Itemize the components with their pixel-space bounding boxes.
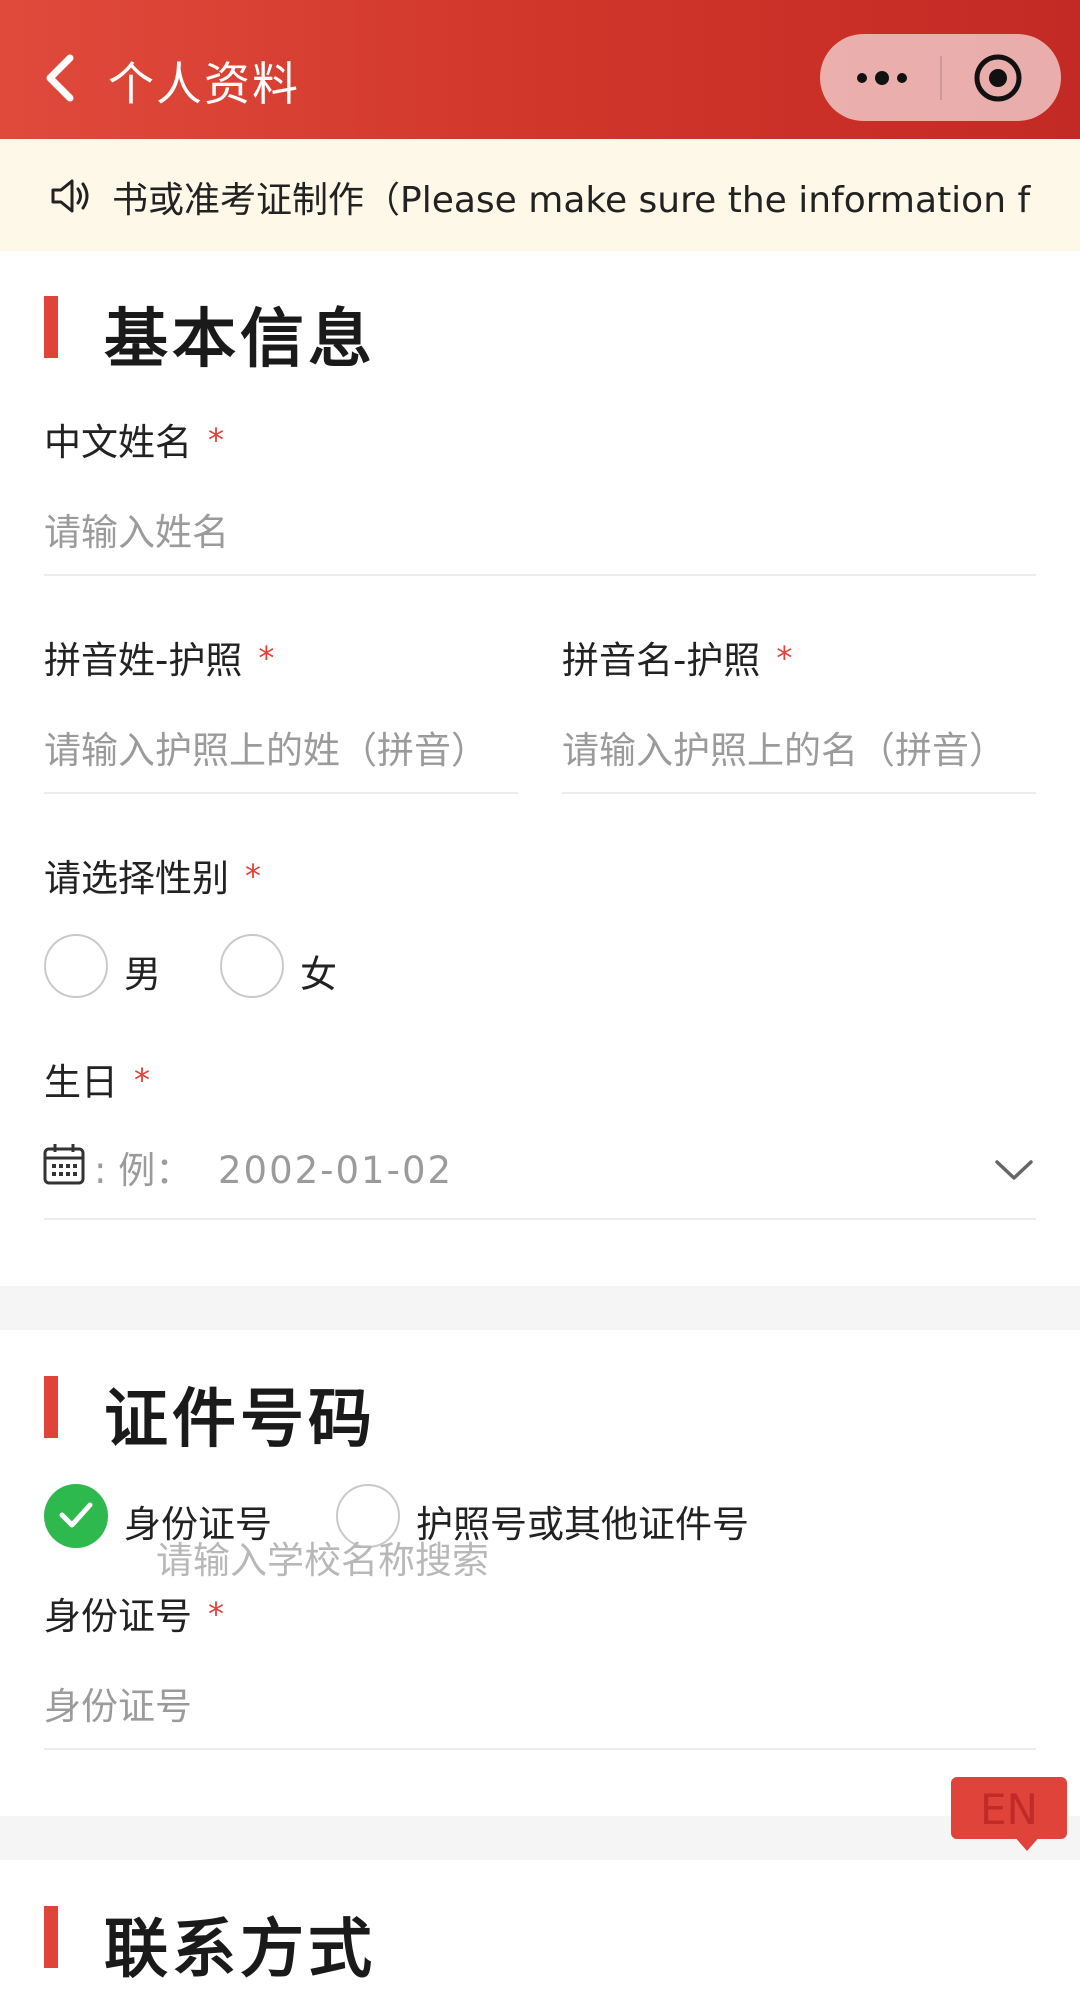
section-title: 证件号码 <box>104 1383 376 1457</box>
gender-label-text: 请选择性别 <box>44 857 229 900</box>
section-title: 联系方式 <box>104 1913 376 1987</box>
divider <box>44 792 518 794</box>
calendar-icon <box>42 1142 86 1186</box>
required-mark: * <box>258 639 275 677</box>
divider <box>44 1218 1036 1220</box>
chevron-down-icon[interactable] <box>994 1158 1034 1182</box>
id-number-input[interactable]: 身份证号 <box>44 1676 192 1730</box>
section-accent-bar <box>44 1906 58 1968</box>
pinyin-given-label: 拼音名-护照 * <box>562 630 792 684</box>
language-toggle-button[interactable]: EN <box>951 1777 1067 1851</box>
required-mark: * <box>245 857 261 895</box>
page-title: 个人资料 <box>108 57 300 111</box>
section-gap <box>0 1286 1080 1330</box>
required-mark: * <box>208 421 224 459</box>
gender-female-radio[interactable] <box>220 934 284 998</box>
app-header: 个人资料 <box>0 0 1080 139</box>
bubble-tail <box>1013 1835 1041 1851</box>
divider <box>44 574 1036 576</box>
birthday-input[interactable]: : 例： 2002-01-02 <box>94 1140 453 1194</box>
pinyin-given-input[interactable]: 请输入护照上的名（拼音） <box>562 720 1006 774</box>
capsule-menu <box>820 34 1061 121</box>
id-card-radio[interactable] <box>44 1484 108 1548</box>
capsule-divider <box>940 56 942 100</box>
birthday-prefix: : 例： <box>94 1149 193 1192</box>
chinese-name-input[interactable]: 请输入姓名 <box>44 502 229 556</box>
required-mark: * <box>134 1061 150 1099</box>
id-number-label-text: 身份证号 <box>44 1595 192 1638</box>
gender-male-radio[interactable] <box>44 934 108 998</box>
notice-bar: 书或准考证制作（Please make sure the information… <box>0 139 1080 251</box>
gender-label: 请选择性别 * <box>44 848 261 902</box>
birthday-label-text: 生日 <box>44 1061 118 1104</box>
back-icon[interactable] <box>40 52 80 104</box>
pinyin-given-label-text: 拼音名-护照 <box>562 639 761 682</box>
chinese-name-label: 中文姓名 * <box>44 412 224 466</box>
check-icon <box>59 1502 93 1528</box>
divider <box>44 1748 1036 1750</box>
birthday-label: 生日 * <box>44 1052 150 1106</box>
more-icon[interactable] <box>854 64 910 92</box>
speaker-icon <box>50 177 94 215</box>
section-title: 基本信息 <box>104 303 376 377</box>
language-toggle-label: EN <box>980 1785 1038 1834</box>
birthday-placeholder: 2002-01-02 <box>218 1149 454 1192</box>
gender-male-label: 男 <box>124 953 161 996</box>
pinyin-surname-label-text: 拼音姓-护照 <box>44 639 243 682</box>
pinyin-surname-label: 拼音姓-护照 * <box>44 630 274 684</box>
required-mark: * <box>208 1595 224 1633</box>
divider <box>562 792 1036 794</box>
page: 个人资料 书或准考证制作（Please make sure the inform… <box>0 0 1080 2007</box>
required-mark: * <box>776 639 793 677</box>
id-number-label: 身份证号 * <box>44 1586 224 1640</box>
pinyin-surname-input[interactable]: 请输入护照上的姓（拼音） <box>44 720 488 774</box>
target-icon[interactable] <box>972 52 1024 104</box>
gender-female-label: 女 <box>300 953 337 996</box>
notice-text: 书或准考证制作（Please make sure the information… <box>112 180 1031 221</box>
section-gap <box>0 1816 1080 1860</box>
section-accent-bar <box>44 1376 58 1438</box>
section-accent-bar <box>44 296 58 358</box>
school-search-placeholder: 请输入学校名称搜索 <box>156 1539 489 1582</box>
chinese-name-label-text: 中文姓名 <box>44 421 192 464</box>
